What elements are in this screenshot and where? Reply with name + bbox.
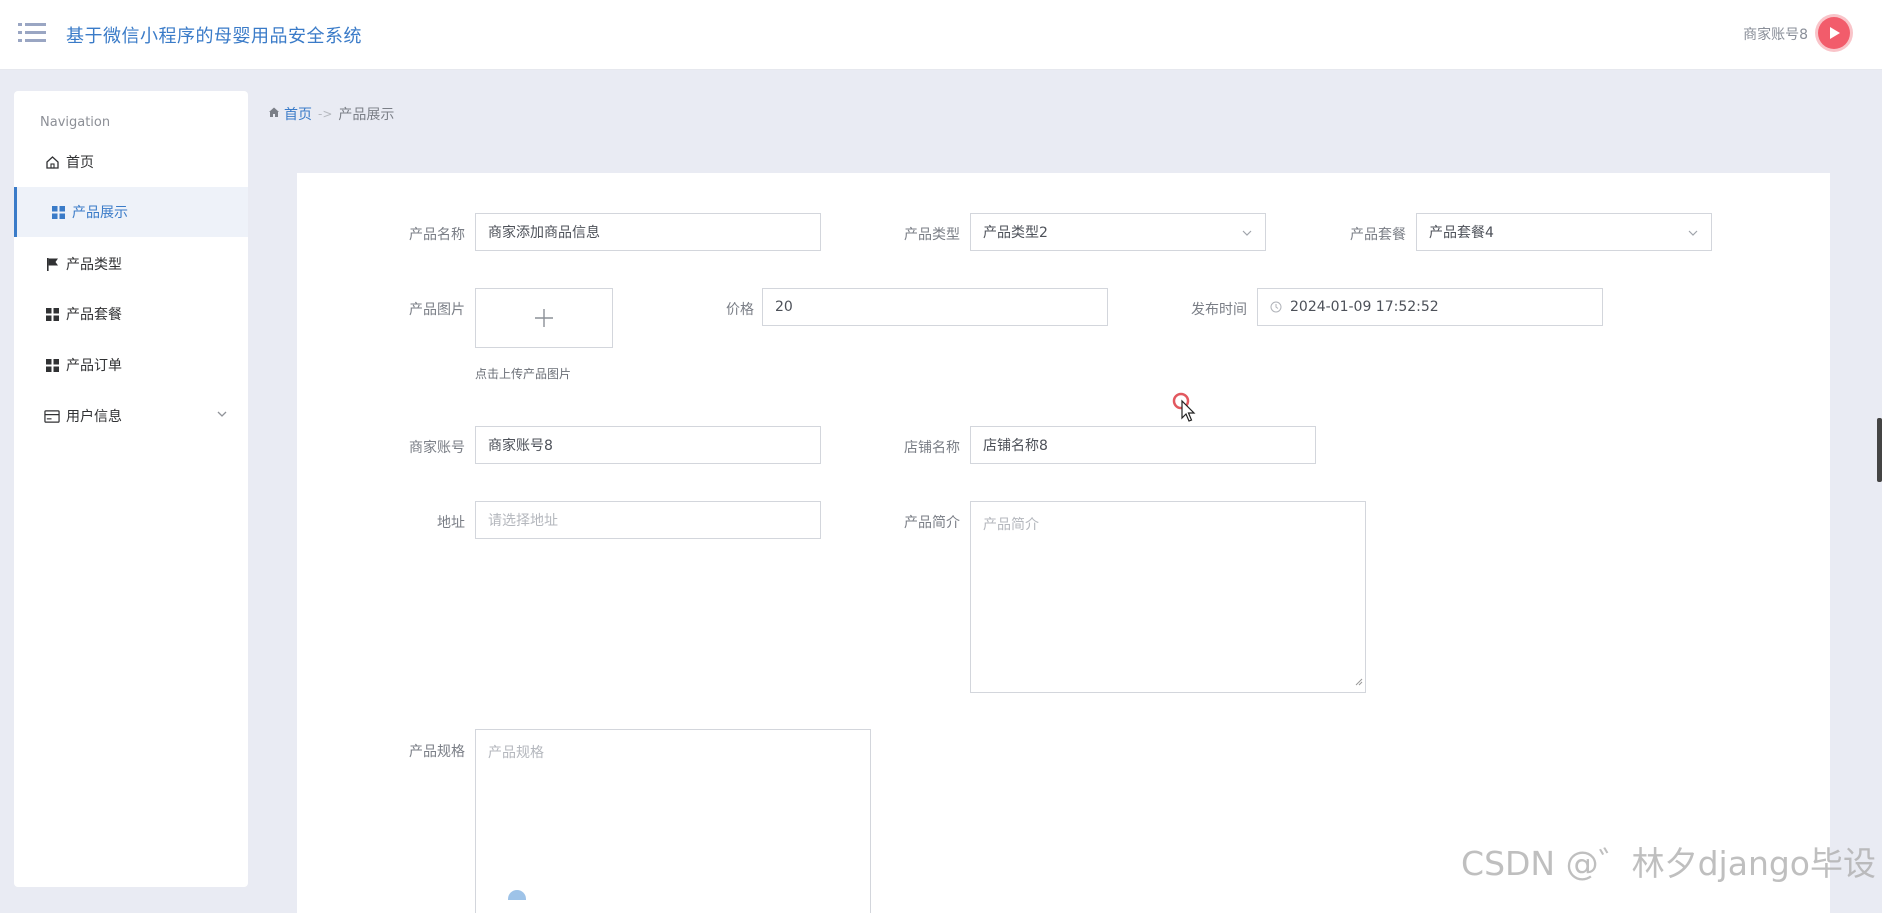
grid-icon xyxy=(44,357,60,373)
breadcrumb-current: 产品展示 xyxy=(338,107,395,123)
publish-time-label: 发布时间 xyxy=(1191,302,1247,318)
breadcrumb: 首页 -> 产品展示 xyxy=(268,104,394,124)
product-name-label: 产品名称 xyxy=(409,227,465,243)
product-name-value: 商家添加商品信息 xyxy=(488,225,600,241)
product-intro-label: 产品简介 xyxy=(904,515,960,531)
product-package-label: 产品套餐 xyxy=(1350,227,1406,243)
sidebar-item-label: 用户信息 xyxy=(66,409,122,425)
address-label: 地址 xyxy=(437,515,465,531)
play-icon xyxy=(1830,27,1840,39)
page-scrollbar[interactable] xyxy=(1877,418,1882,482)
product-intro-placeholder: 产品简介 xyxy=(983,517,1039,533)
sidebar-item-label: 产品套餐 xyxy=(66,307,122,323)
mouse-cursor-icon xyxy=(1172,392,1196,426)
product-spec-label: 产品规格 xyxy=(409,744,465,760)
chevron-down-icon[interactable] xyxy=(216,408,228,424)
sidebar-item-label: 产品订单 xyxy=(66,358,122,374)
merchant-account-input[interactable]: 商家账号8 xyxy=(475,426,821,464)
address-placeholder: 请选择地址 xyxy=(488,513,558,529)
sidebar-item-label: 产品类型 xyxy=(66,257,122,273)
publish-time-value: 2024-01-09 17:52:52 xyxy=(1290,299,1439,315)
sidebar-item-label: 产品展示 xyxy=(72,205,128,221)
product-type-label: 产品类型 xyxy=(904,227,960,243)
address-input[interactable]: 请选择地址 xyxy=(475,501,821,539)
product-image-label: 产品图片 xyxy=(409,302,465,318)
sidebar-item-user-info[interactable]: 用户信息 xyxy=(14,391,248,441)
shop-name-value: 店铺名称8 xyxy=(983,438,1048,454)
product-type-value: 产品类型2 xyxy=(983,225,1048,241)
app-title: 基于微信小程序的母婴用品安全系统 xyxy=(66,26,362,47)
home-icon xyxy=(44,154,60,170)
chevron-down-icon xyxy=(1241,227,1253,243)
product-spec-placeholder: 产品规格 xyxy=(488,745,544,761)
chevron-down-icon xyxy=(1687,227,1699,243)
publish-time-picker[interactable]: 2024-01-09 17:52:52 xyxy=(1257,288,1603,326)
sidebar: Navigation 首页 产品展示 产品类型 产品套餐 产品订单 用户信息 xyxy=(14,91,248,887)
upload-hint: 点击上传产品图片 xyxy=(475,367,572,381)
flag-icon xyxy=(44,256,60,272)
grid-icon xyxy=(44,306,60,322)
price-input[interactable]: 20 xyxy=(762,288,1108,326)
sidebar-item-product-package[interactable]: 产品套餐 xyxy=(14,289,248,339)
avatar[interactable] xyxy=(1818,17,1850,49)
product-package-value: 产品套餐4 xyxy=(1429,225,1494,241)
shop-name-input[interactable]: 店铺名称8 xyxy=(970,426,1316,464)
sidebar-item-label: 首页 xyxy=(66,155,94,171)
grid-icon xyxy=(50,204,66,220)
product-type-select[interactable]: 产品类型2 xyxy=(970,213,1266,251)
breadcrumb-separator: -> xyxy=(318,107,333,121)
breadcrumb-home-link[interactable]: 首页 xyxy=(284,104,312,124)
plus-icon xyxy=(535,309,553,327)
sidebar-item-home[interactable]: 首页 xyxy=(14,137,248,187)
nav-heading: Navigation xyxy=(40,115,111,130)
product-package-select[interactable]: 产品套餐4 xyxy=(1416,213,1712,251)
merchant-account-value: 商家账号8 xyxy=(488,438,553,454)
merchant-account-label: 商家账号 xyxy=(409,440,465,456)
card-icon xyxy=(44,408,60,424)
top-header: 基于微信小程序的母婴用品安全系统 商家账号8 xyxy=(0,0,1882,70)
sidebar-item-product-order[interactable]: 产品订单 xyxy=(14,340,248,390)
clock-icon xyxy=(1270,301,1282,313)
user-name[interactable]: 商家账号8 xyxy=(1743,24,1808,44)
product-form-card: 产品名称 商家添加商品信息 产品类型 产品类型2 产品套餐 产品套餐4 产品图片… xyxy=(297,173,1830,913)
sidebar-item-product-type[interactable]: 产品类型 xyxy=(14,239,248,289)
watermark: CSDN @゛林夕django毕设 xyxy=(1461,844,1876,883)
price-label: 价格 xyxy=(726,302,754,318)
home-icon xyxy=(268,106,280,122)
shop-name-label: 店铺名称 xyxy=(904,440,960,456)
resize-grip-icon[interactable] xyxy=(1355,674,1363,690)
product-spec-textarea[interactable]: 产品规格 xyxy=(475,729,871,913)
price-value: 20 xyxy=(775,299,793,315)
product-name-input[interactable]: 商家添加商品信息 xyxy=(475,213,821,251)
sidebar-item-product-display[interactable]: 产品展示 xyxy=(14,187,248,237)
image-upload-box[interactable] xyxy=(475,288,613,348)
menu-toggle-icon[interactable] xyxy=(18,22,46,44)
product-intro-textarea[interactable]: 产品简介 xyxy=(970,501,1366,693)
